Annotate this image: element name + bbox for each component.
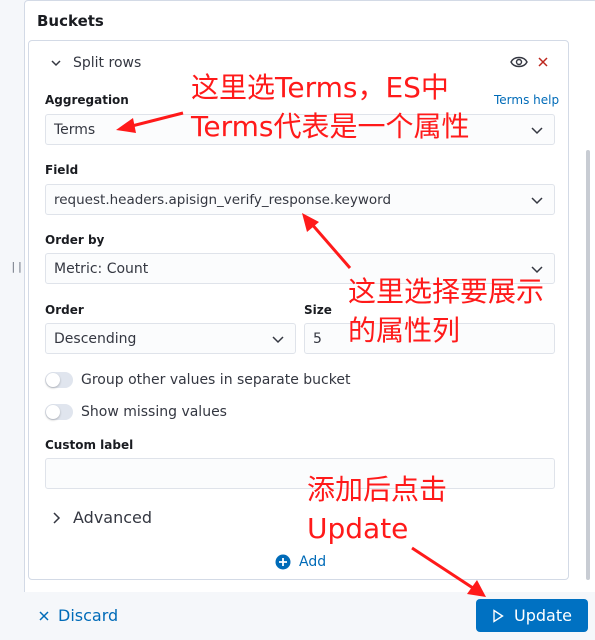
annotation-arrows — [116, 111, 486, 597]
arrow-to-field — [302, 213, 352, 269]
arrow-to-aggregation — [116, 111, 184, 133]
arrow-to-update — [411, 546, 486, 597]
